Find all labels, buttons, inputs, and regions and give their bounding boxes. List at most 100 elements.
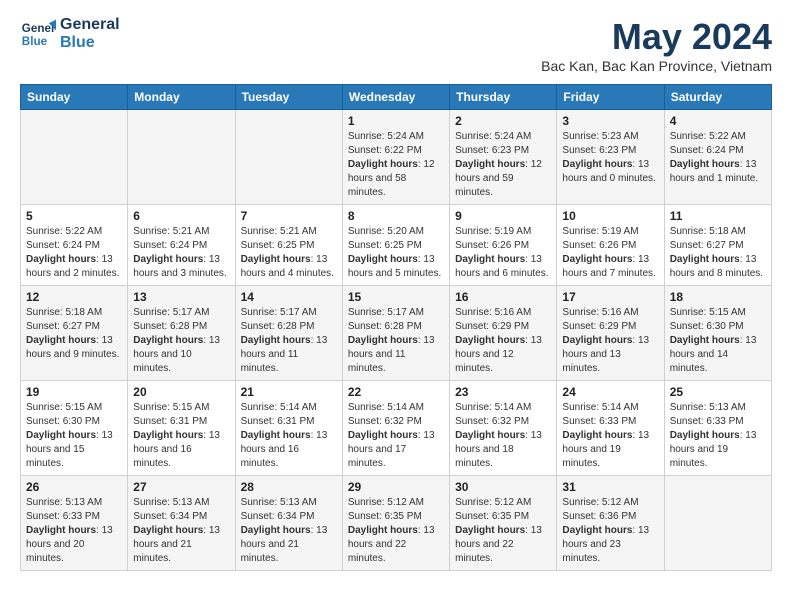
logo-icon: General Blue — [20, 16, 56, 52]
calendar-week-5: 26 Sunrise: 5:13 AMSunset: 6:33 PMDayligh… — [21, 476, 772, 571]
day-info: Sunrise: 5:18 AMSunset: 6:27 PMDaylight … — [670, 225, 766, 281]
calendar-cell — [21, 110, 128, 205]
day-info: Sunrise: 5:13 AMSunset: 6:33 PMDaylight … — [670, 401, 766, 471]
logo-general: General — [60, 16, 120, 34]
calendar-cell: 14 Sunrise: 5:17 AMSunset: 6:28 PMDayligh… — [235, 286, 342, 381]
day-info: Sunrise: 5:12 AMSunset: 6:36 PMDaylight … — [562, 496, 658, 566]
calendar-cell: 8 Sunrise: 5:20 AMSunset: 6:25 PMDaylight… — [342, 205, 449, 286]
header-day-tuesday: Tuesday — [235, 85, 342, 110]
calendar-cell: 5 Sunrise: 5:22 AMSunset: 6:24 PMDaylight… — [21, 205, 128, 286]
day-number: 17 — [562, 290, 658, 304]
day-number: 24 — [562, 385, 658, 399]
day-number: 23 — [455, 385, 551, 399]
day-info: Sunrise: 5:18 AMSunset: 6:27 PMDaylight … — [26, 306, 122, 362]
day-number: 5 — [26, 209, 122, 223]
day-number: 30 — [455, 480, 551, 494]
day-info: Sunrise: 5:24 AMSunset: 6:23 PMDaylight … — [455, 130, 551, 200]
calendar-cell: 27 Sunrise: 5:13 AMSunset: 6:34 PMDayligh… — [128, 476, 235, 571]
calendar-cell — [664, 476, 771, 571]
day-info: Sunrise: 5:22 AMSunset: 6:24 PMDaylight … — [26, 225, 122, 281]
day-number: 25 — [670, 385, 766, 399]
month-title: May 2024 — [541, 16, 772, 58]
day-info: Sunrise: 5:22 AMSunset: 6:24 PMDaylight … — [670, 130, 766, 186]
day-number: 27 — [133, 480, 229, 494]
calendar-cell: 15 Sunrise: 5:17 AMSunset: 6:28 PMDayligh… — [342, 286, 449, 381]
day-info: Sunrise: 5:13 AMSunset: 6:34 PMDaylight … — [133, 496, 229, 566]
day-number: 31 — [562, 480, 658, 494]
day-info: Sunrise: 5:17 AMSunset: 6:28 PMDaylight … — [241, 306, 337, 376]
calendar-cell: 17 Sunrise: 5:16 AMSunset: 6:29 PMDayligh… — [557, 286, 664, 381]
day-number: 21 — [241, 385, 337, 399]
page-header: General Blue General Blue May 2024 Bac K… — [20, 16, 772, 74]
day-number: 13 — [133, 290, 229, 304]
day-info: Sunrise: 5:14 AMSunset: 6:31 PMDaylight … — [241, 401, 337, 471]
day-info: Sunrise: 5:19 AMSunset: 6:26 PMDaylight … — [455, 225, 551, 281]
calendar-cell: 11 Sunrise: 5:18 AMSunset: 6:27 PMDayligh… — [664, 205, 771, 286]
calendar-cell: 12 Sunrise: 5:18 AMSunset: 6:27 PMDayligh… — [21, 286, 128, 381]
calendar-cell: 9 Sunrise: 5:19 AMSunset: 6:26 PMDaylight… — [450, 205, 557, 286]
calendar-cell — [128, 110, 235, 205]
day-number: 16 — [455, 290, 551, 304]
day-info: Sunrise: 5:12 AMSunset: 6:35 PMDaylight … — [348, 496, 444, 566]
calendar-cell: 25 Sunrise: 5:13 AMSunset: 6:33 PMDayligh… — [664, 381, 771, 476]
day-number: 3 — [562, 114, 658, 128]
header-day-monday: Monday — [128, 85, 235, 110]
calendar-cell: 10 Sunrise: 5:19 AMSunset: 6:26 PMDayligh… — [557, 205, 664, 286]
day-number: 14 — [241, 290, 337, 304]
day-info: Sunrise: 5:15 AMSunset: 6:30 PMDaylight … — [26, 401, 122, 471]
calendar-cell: 2 Sunrise: 5:24 AMSunset: 6:23 PMDaylight… — [450, 110, 557, 205]
day-info: Sunrise: 5:21 AMSunset: 6:24 PMDaylight … — [133, 225, 229, 281]
day-number: 26 — [26, 480, 122, 494]
day-info: Sunrise: 5:14 AMSunset: 6:32 PMDaylight … — [455, 401, 551, 471]
calendar-cell: 7Sunrise: 5:21 AMSunset: 6:25 PMDaylight… — [235, 205, 342, 286]
day-info: Sunrise: 5:15 AMSunset: 6:31 PMDaylight … — [133, 401, 229, 471]
calendar-week-1: 1 Sunrise: 5:24 AMSunset: 6:22 PMDaylight… — [21, 110, 772, 205]
day-info: Sunrise: 5:13 AMSunset: 6:34 PMDaylight … — [241, 496, 337, 566]
calendar-cell: 24 Sunrise: 5:14 AMSunset: 6:33 PMDayligh… — [557, 381, 664, 476]
header-day-wednesday: Wednesday — [342, 85, 449, 110]
calendar-cell: 6 Sunrise: 5:21 AMSunset: 6:24 PMDaylight… — [128, 205, 235, 286]
day-info: Sunrise: 5:20 AMSunset: 6:25 PMDaylight … — [348, 225, 444, 281]
header-day-friday: Friday — [557, 85, 664, 110]
calendar-header-row: SundayMondayTuesdayWednesdayThursdayFrid… — [21, 85, 772, 110]
header-day-saturday: Saturday — [664, 85, 771, 110]
header-day-thursday: Thursday — [450, 85, 557, 110]
day-number: 11 — [670, 209, 766, 223]
day-info: Sunrise: 5:15 AMSunset: 6:30 PMDaylight … — [670, 306, 766, 376]
day-number: 9 — [455, 209, 551, 223]
day-info: Sunrise: 5:13 AMSunset: 6:33 PMDaylight … — [26, 496, 122, 566]
day-number: 6 — [133, 209, 229, 223]
location: Bac Kan, Bac Kan Province, Vietnam — [541, 58, 772, 74]
day-number: 8 — [348, 209, 444, 223]
calendar-week-3: 12 Sunrise: 5:18 AMSunset: 6:27 PMDayligh… — [21, 286, 772, 381]
day-info: Sunrise: 5:16 AMSunset: 6:29 PMDaylight … — [562, 306, 658, 376]
calendar-cell: 16 Sunrise: 5:16 AMSunset: 6:29 PMDayligh… — [450, 286, 557, 381]
day-number: 22 — [348, 385, 444, 399]
calendar-cell: 18Sunrise: 5:15 AMSunset: 6:30 PMDayligh… — [664, 286, 771, 381]
day-info: Sunrise: 5:14 AMSunset: 6:33 PMDaylight … — [562, 401, 658, 471]
calendar-cell: 19 Sunrise: 5:15 AMSunset: 6:30 PMDayligh… — [21, 381, 128, 476]
calendar-cell: 31 Sunrise: 5:12 AMSunset: 6:36 PMDayligh… — [557, 476, 664, 571]
day-number: 7 — [241, 209, 337, 223]
calendar-cell: 4Sunrise: 5:22 AMSunset: 6:24 PMDaylight… — [664, 110, 771, 205]
calendar-cell: 26 Sunrise: 5:13 AMSunset: 6:33 PMDayligh… — [21, 476, 128, 571]
calendar-cell: 28 Sunrise: 5:13 AMSunset: 6:34 PMDayligh… — [235, 476, 342, 571]
day-number: 12 — [26, 290, 122, 304]
day-number: 28 — [241, 480, 337, 494]
day-number: 1 — [348, 114, 444, 128]
day-info: Sunrise: 5:24 AMSunset: 6:22 PMDaylight … — [348, 130, 444, 200]
day-info: Sunrise: 5:16 AMSunset: 6:29 PMDaylight … — [455, 306, 551, 376]
day-number: 20 — [133, 385, 229, 399]
logo: General Blue General Blue — [20, 16, 120, 52]
calendar-cell: 30Sunrise: 5:12 AMSunset: 6:35 PMDayligh… — [450, 476, 557, 571]
day-number: 15 — [348, 290, 444, 304]
calendar-cell: 21 Sunrise: 5:14 AMSunset: 6:31 PMDayligh… — [235, 381, 342, 476]
day-info: Sunrise: 5:14 AMSunset: 6:32 PMDaylight … — [348, 401, 444, 471]
day-number: 2 — [455, 114, 551, 128]
day-number: 19 — [26, 385, 122, 399]
day-number: 10 — [562, 209, 658, 223]
day-info: Sunrise: 5:17 AMSunset: 6:28 PMDaylight … — [348, 306, 444, 376]
day-info: Sunrise: 5:19 AMSunset: 6:26 PMDaylight … — [562, 225, 658, 281]
calendar-week-2: 5 Sunrise: 5:22 AMSunset: 6:24 PMDaylight… — [21, 205, 772, 286]
calendar-table: SundayMondayTuesdayWednesdayThursdayFrid… — [20, 84, 772, 571]
